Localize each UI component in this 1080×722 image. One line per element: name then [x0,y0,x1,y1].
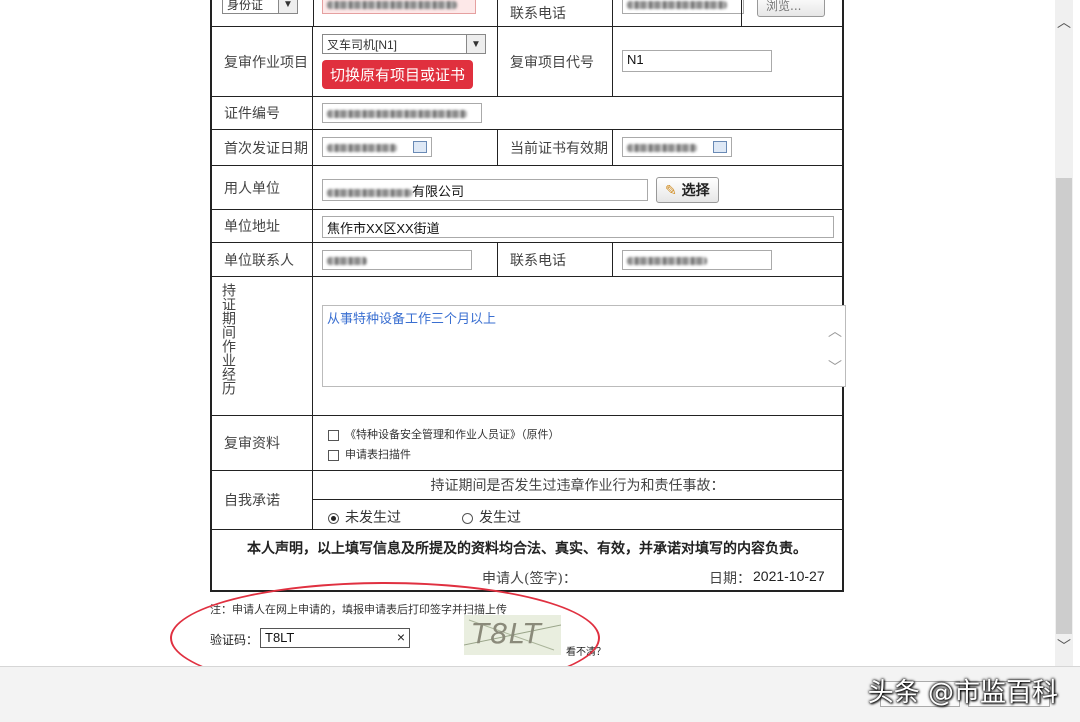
cert-number-input[interactable] [322,103,482,123]
watermark-text: 头条 @市监百科 [867,678,1058,708]
scroll-down-icon[interactable]: ﹀ [828,357,842,377]
experience-label: 持证期间作业经历 [212,277,313,415]
application-form: 身份证 ▼ 联系电话 浏览... 复审作业项目 叉车司机[N1] ▼ 切换原有项… [210,0,846,592]
declaration-text: 本人声明，以上填写信息及所提及的资料均合法、真实、有效，并承诺对填写的内容负责。 [247,541,807,557]
row-cert-number: 证件编号 [212,97,842,130]
edit-icon: ✎ [665,183,677,199]
address-label: 单位地址 [212,210,313,242]
choose-employer-button[interactable]: ✎ 选择 [656,177,719,203]
row-contact-person: 单位联系人 联系电话 [212,243,842,277]
scroll-up-icon[interactable]: ︿ [828,321,842,341]
radio-yes[interactable] [462,512,473,524]
row-employer: 用人单位 有限公司 ✎ 选择 [212,166,842,210]
commitment-question: 持证期间是否发生过违章作业行为和责任事故： [313,471,842,500]
signer-label: 申请人(签字)： [482,571,577,587]
option-no[interactable]: 未发生过 [328,507,401,527]
scroll-up-arrow-icon[interactable]: ︿ [1057,12,1071,32]
cert-number-label: 证件编号 [212,97,313,129]
checkbox-material-1[interactable] [328,429,339,441]
review-code-label: 复审项目代号 [497,27,613,96]
employer-input[interactable]: 有限公司 [322,179,648,201]
commitment-label: 自我承诺 [212,471,313,529]
current-valid-label: 当前证书有效期 [497,130,613,165]
switch-item-button[interactable]: 切换原有项目或证书 [322,60,474,89]
chevron-down-icon: ▼ [466,35,485,53]
address-input[interactable]: 焦作市XX区XX街道 [322,216,834,238]
row-commitment: 自我承诺 持证期间是否发生过违章作业行为和责任事故： 未发生过 发生过 [212,471,842,530]
first-issue-date-input[interactable] [322,137,432,157]
contact-phone-label: 联系电话 [497,0,613,26]
employer-label: 用人单位 [212,166,313,209]
option-yes[interactable]: 发生过 [462,507,521,527]
calendar-icon[interactable] [413,141,427,153]
choose-label: 选择 [681,183,710,199]
material-1[interactable]: 《特种设备安全管理和作业人员证》（原件） [328,426,560,442]
scroll-down-arrow-icon[interactable]: ﹀ [1057,636,1071,656]
contact-person-input[interactable] [322,250,472,270]
scroll-thumb[interactable] [1056,178,1072,634]
employer-value: 有限公司 [412,184,465,199]
row-review-item: 复审作业项目 叉车司机[N1] ▼ 切换原有项目或证书 复审项目代号 N1 [212,27,842,97]
date-label: 日期： [709,571,751,587]
id-type-value: 身份证 [227,0,264,12]
row-dates: 首次发证日期 当前证书有效期 [212,130,842,166]
row-id: 身份证 ▼ 联系电话 浏览... [212,0,842,27]
radio-no[interactable] [328,512,339,524]
phone-input[interactable] [622,0,744,14]
chevron-down-icon: ▼ [278,0,297,13]
first-issue-label: 首次发证日期 [212,130,313,165]
contact-phone2-input[interactable] [622,250,772,270]
calendar-icon[interactable] [713,141,727,153]
material-2[interactable]: 申请表扫描件 [328,446,411,462]
date-value: 2021-10-27 [753,568,825,584]
contact-phone2-label: 联系电话 [497,243,613,276]
row-address: 单位地址 焦作市XX区XX街道 [212,210,842,243]
row-materials: 复审资料 《特种设备安全管理和作业人员证》（原件） 申请表扫描件 [212,416,842,471]
review-item-select[interactable]: 叉车司机[N1] ▼ [322,34,486,54]
current-valid-date-input[interactable] [622,137,732,157]
review-item-value: 叉车司机[N1] [327,38,398,52]
review-item-label: 复审作业项目 [212,27,313,96]
row-experience: 持证期间作业经历 从事特种设备工作三个月以上 ︿ ﹀ [212,277,846,416]
checkbox-material-2[interactable] [328,449,339,461]
materials-label: 复审资料 [212,416,313,470]
scrollbar[interactable]: ︿ ﹀ [1055,0,1073,666]
experience-textarea[interactable]: 从事特种设备工作三个月以上 [322,305,846,387]
review-code-input[interactable]: N1 [622,50,772,72]
id-type-select[interactable]: 身份证 ▼ [222,0,298,14]
browse-button[interactable]: 浏览... [757,0,825,17]
id-number-input[interactable] [322,0,476,14]
contact-person-label: 单位联系人 [212,243,313,276]
